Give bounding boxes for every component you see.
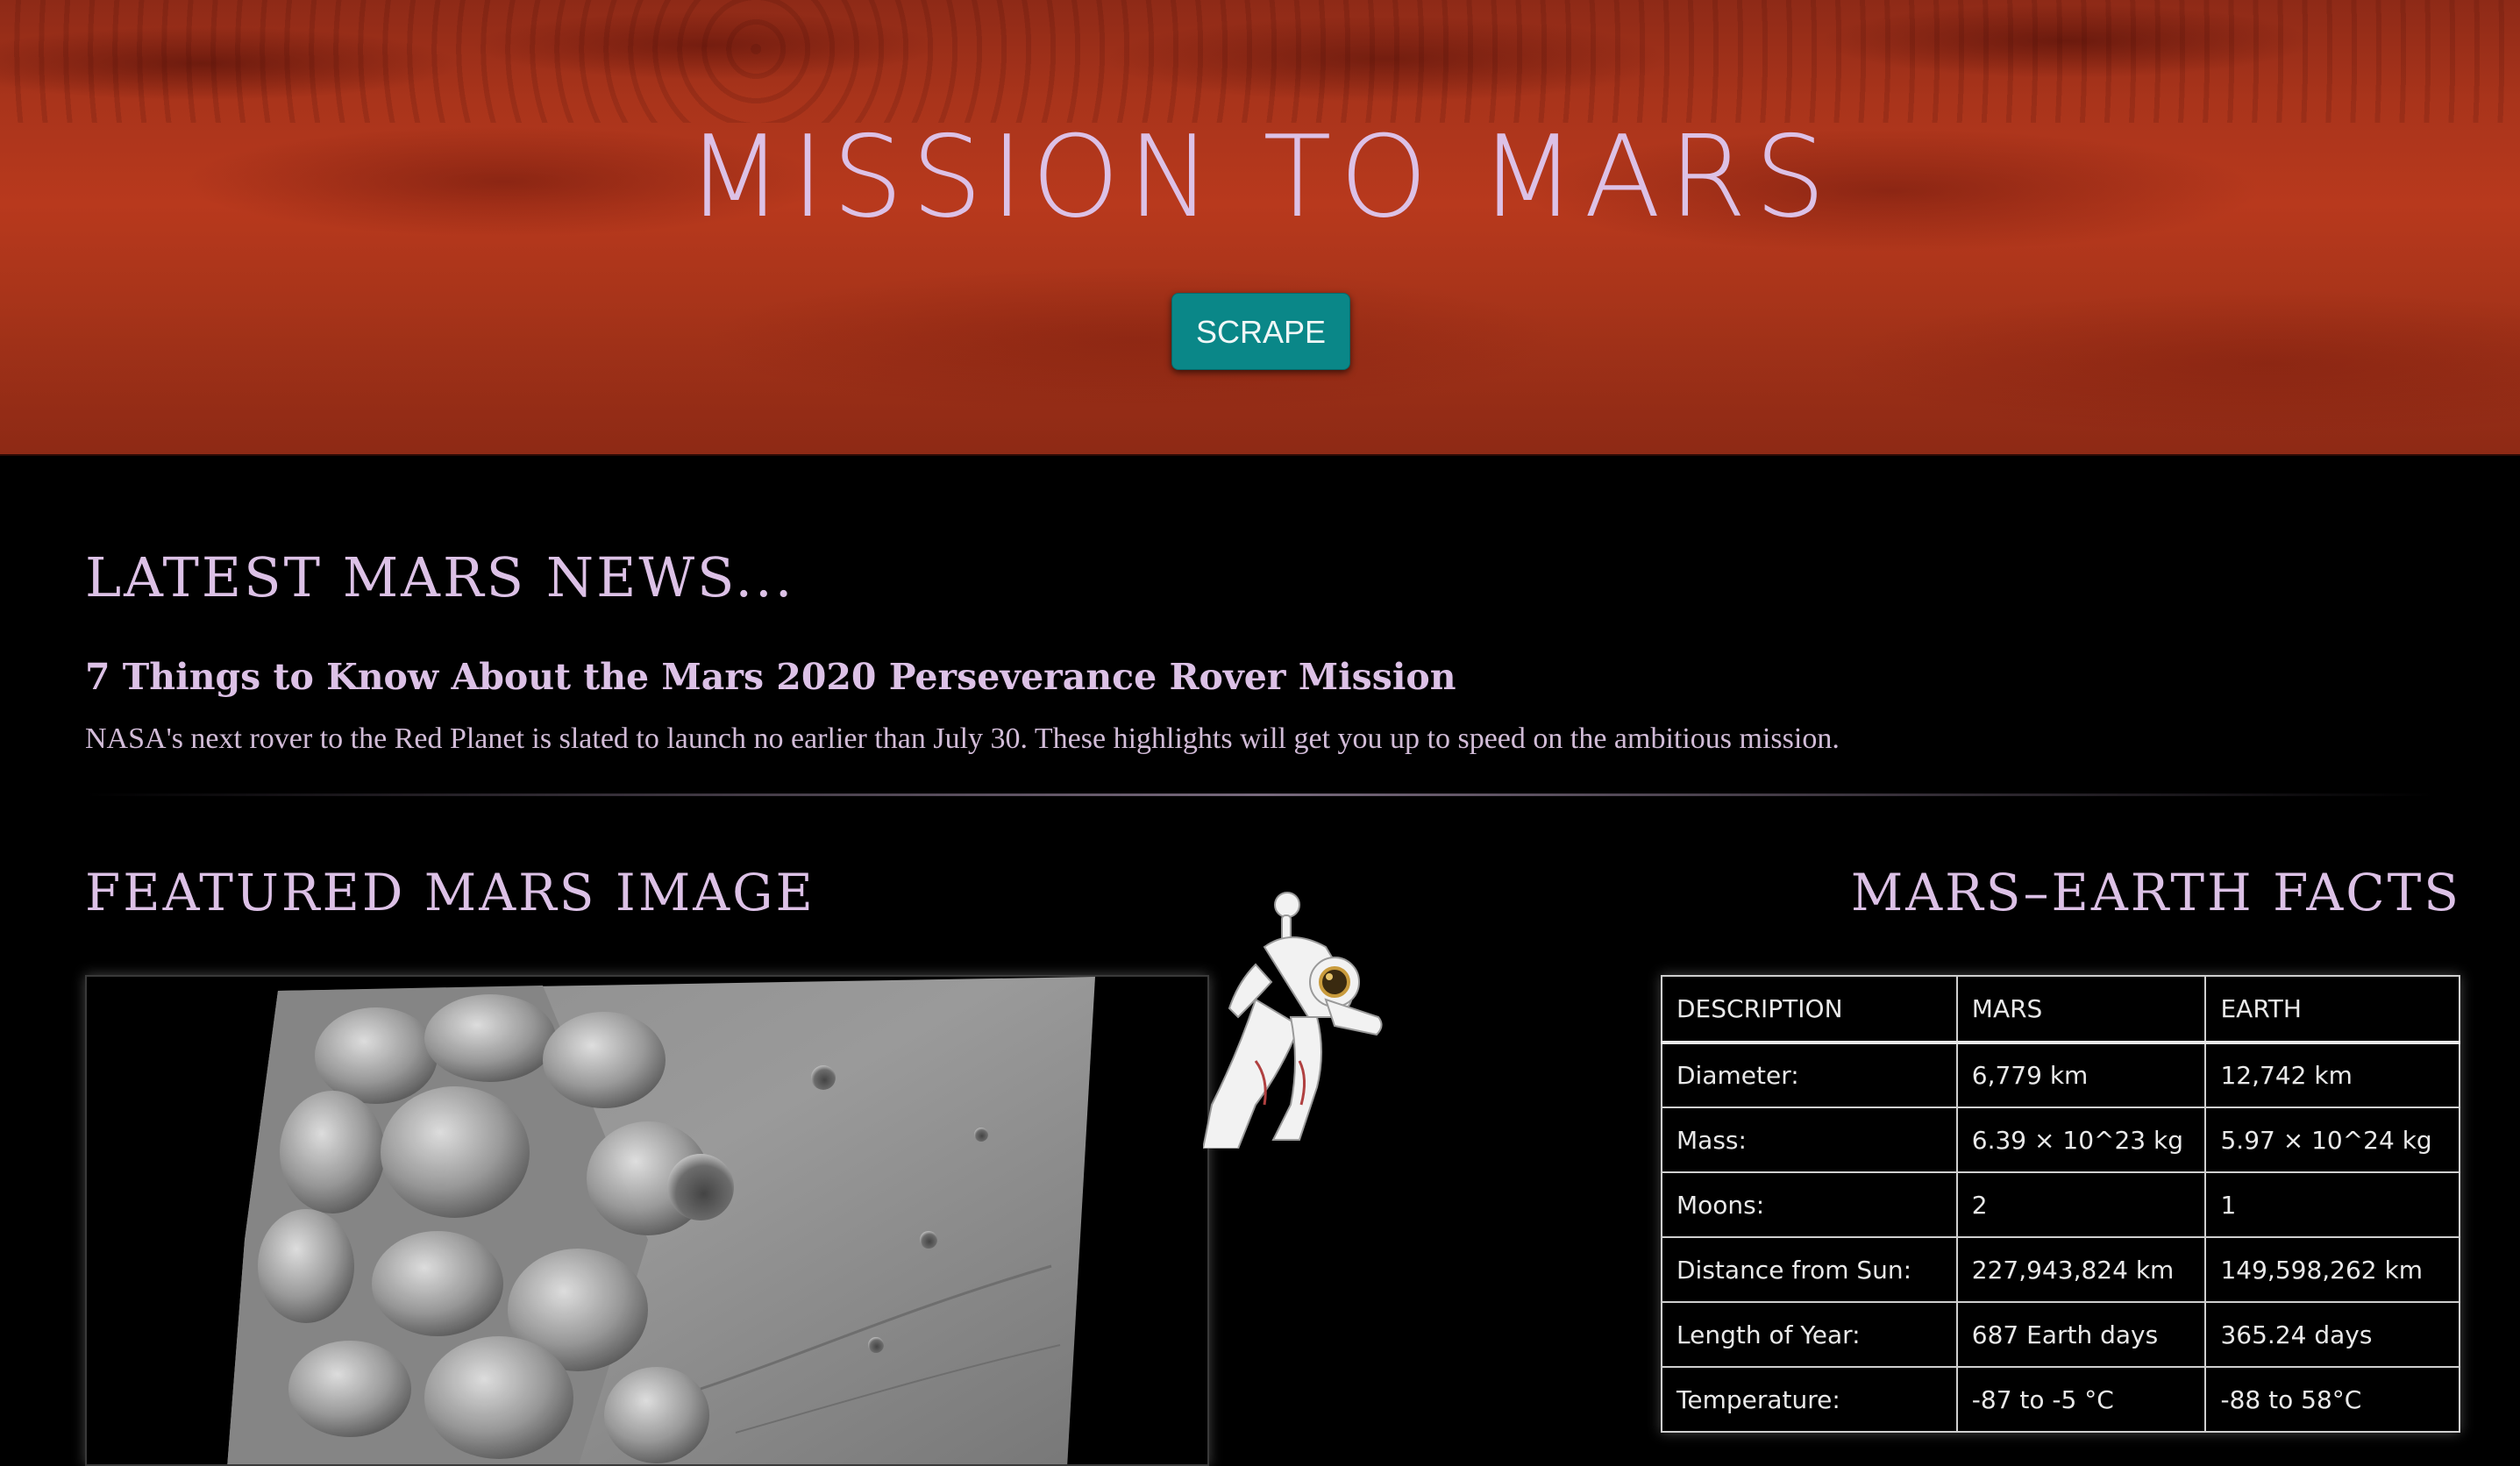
table-row: Mass: 6.39 × 10^23 kg 5.97 × 10^24 kg xyxy=(1661,1107,2460,1173)
cell-description: Distance from Sun: xyxy=(1661,1236,1958,1303)
table-header-row: DESCRIPTION MARS EARTH xyxy=(1661,975,2460,1044)
news-title: 7 Things to Know About the Mars 2020 Per… xyxy=(85,656,1456,698)
news-heading: LATEST MARS NEWS... xyxy=(85,545,795,609)
cell-mars: 227,943,824 km xyxy=(1955,1236,2207,1303)
cell-description: Moons: xyxy=(1661,1171,1958,1238)
column-header-earth: EARTH xyxy=(2204,975,2460,1044)
cell-mars: 2 xyxy=(1955,1171,2207,1238)
table-row: Moons: 2 1 xyxy=(1661,1171,2460,1238)
featured-mars-image xyxy=(85,975,1209,1466)
cell-mars: 687 Earth days xyxy=(1955,1301,2207,1368)
page-title: MISSION TO MARS xyxy=(686,112,1834,243)
news-teaser: NASA's next rover to the Red Planet is s… xyxy=(85,722,1840,755)
cell-description: Diameter: xyxy=(1661,1042,1958,1108)
table-row: Distance from Sun: 227,943,824 km 149,59… xyxy=(1661,1236,2460,1303)
table-row: Temperature: -87 to -5 °C -88 to 58°C xyxy=(1661,1366,2460,1433)
cell-description: Mass: xyxy=(1661,1107,1958,1173)
cell-earth: 149,598,262 km xyxy=(2204,1236,2460,1303)
section-divider xyxy=(85,793,2435,796)
cell-earth: 5.97 × 10^24 kg xyxy=(2204,1107,2460,1173)
scrape-button[interactable]: SCRAPE xyxy=(1171,293,1350,370)
cell-description: Length of Year: xyxy=(1661,1301,1958,1368)
cell-earth: 365.24 days xyxy=(2204,1301,2460,1368)
hero-banner: MISSION TO MARS SCRAPE xyxy=(0,0,2520,456)
astronaut-icon xyxy=(1201,886,1387,1149)
cell-mars: -87 to -5 °C xyxy=(1955,1366,2207,1433)
table-row: Length of Year: 687 Earth days 365.24 da… xyxy=(1661,1301,2460,1368)
facts-table-container: DESCRIPTION MARS EARTH Diameter: 6,779 k… xyxy=(1661,975,2460,1433)
cell-earth: 1 xyxy=(2204,1171,2460,1238)
cell-mars: 6,779 km xyxy=(1955,1042,2207,1108)
cell-description: Temperature: xyxy=(1661,1366,1958,1433)
cell-earth: -88 to 58°C xyxy=(2204,1366,2460,1433)
facts-table: DESCRIPTION MARS EARTH Diameter: 6,779 k… xyxy=(1661,975,2460,1433)
cell-earth: 12,742 km xyxy=(2204,1042,2460,1108)
table-row: Diameter: 6,779 km 12,742 km xyxy=(1661,1042,2460,1108)
cell-mars: 6.39 × 10^23 kg xyxy=(1955,1107,2207,1173)
column-header-mars: MARS xyxy=(1955,975,2207,1044)
facts-heading: MARS–EARTH FACTS xyxy=(1850,863,2461,922)
featured-image-heading: FEATURED MARS IMAGE xyxy=(85,863,815,922)
column-header-description: DESCRIPTION xyxy=(1661,975,1958,1044)
